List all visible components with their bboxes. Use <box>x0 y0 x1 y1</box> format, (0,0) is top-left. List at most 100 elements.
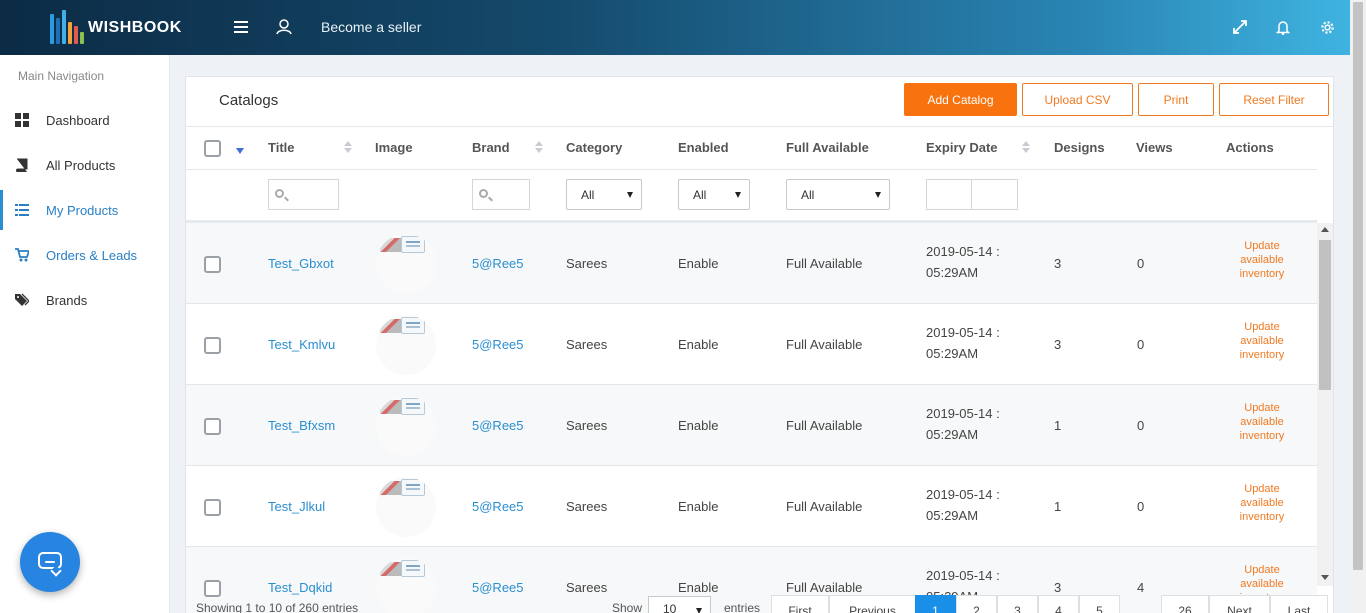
add-catalog-button[interactable]: Add Catalog <box>904 83 1017 116</box>
print-button[interactable]: Print <box>1138 83 1214 116</box>
catalog-title-link[interactable]: Test_Kmlvu <box>268 337 335 352</box>
chat-icon <box>38 552 62 569</box>
page-1-button[interactable]: 1 <box>915 595 956 613</box>
enabled-value: Enable <box>678 256 719 271</box>
sidebar-item-label: Orders & Leads <box>46 247 138 263</box>
user-icon[interactable] <box>273 16 295 38</box>
scroll-down-icon[interactable] <box>1321 575 1329 580</box>
column-header-title[interactable]: Title <box>268 140 295 155</box>
chat-widget-button[interactable] <box>20 532 80 592</box>
expiry-date-value: 2019-05-14 : 05:29AM <box>926 403 1000 445</box>
update-inventory-link[interactable]: Updateavailableinventory <box>1222 239 1302 281</box>
sort-icon[interactable] <box>1022 140 1030 154</box>
scrollbar-thumb[interactable] <box>1319 240 1331 390</box>
catalog-thumbnail[interactable] <box>376 396 436 456</box>
tags-icon <box>15 293 29 306</box>
become-seller-link[interactable]: Become a seller <box>321 19 421 35</box>
sidebar-item-brands[interactable]: Brands <box>0 280 170 320</box>
gear-icon[interactable] <box>1316 16 1338 38</box>
sidebar-item-all-products[interactable]: All Products <box>0 145 170 185</box>
brand-link[interactable]: 5@Ree5 <box>472 256 524 271</box>
brand-link[interactable]: 5@Ree5 <box>472 580 524 595</box>
expiry-date: 2019-05-14 : <box>926 325 1000 340</box>
row-checkbox[interactable] <box>204 418 221 435</box>
sidebar-item-orders-leads[interactable]: Orders & Leads <box>0 235 170 275</box>
page-previous-button[interactable]: Previous <box>829 595 916 613</box>
brand-link[interactable]: 5@Ree5 <box>472 499 524 514</box>
page-5-button[interactable]: 5 <box>1079 595 1120 613</box>
page-next-button[interactable]: Next <box>1209 595 1270 613</box>
page-3-button[interactable]: 3 <box>997 595 1038 613</box>
title-filter-input[interactable] <box>268 179 339 210</box>
column-header-actions: Actions <box>1226 140 1274 155</box>
expiry-date-value: 2019-05-14 : 05:29AM <box>926 484 1000 526</box>
divider <box>186 126 1333 127</box>
row-checkbox[interactable] <box>204 256 221 273</box>
sort-icon[interactable] <box>344 140 352 154</box>
views-value: 0 <box>1137 499 1145 514</box>
expiry-time: 05:29AM <box>926 346 979 361</box>
row-checkbox[interactable] <box>204 337 221 354</box>
book-icon <box>16 158 28 172</box>
designs-value: 3 <box>1054 337 1062 352</box>
full-available-value: Full Available <box>786 337 863 352</box>
table-row: Test_Gbxot 5@Ree5 Sarees Enable Full Ava… <box>186 223 1317 304</box>
brand-link[interactable]: 5@Ree5 <box>472 337 524 352</box>
page-26-button[interactable]: 26 <box>1161 595 1209 613</box>
catalog-title-link[interactable]: Test_Dqkid <box>268 580 332 595</box>
select-all-checkbox[interactable] <box>204 140 221 157</box>
catalog-thumbnail[interactable] <box>376 558 436 613</box>
column-header-expiry-date[interactable]: Expiry Date <box>926 140 998 155</box>
catalog-title-link[interactable]: Test_Gbxot <box>268 256 334 271</box>
catalog-title-link[interactable]: Test_Bfxsm <box>268 418 335 433</box>
category-value: Sarees <box>566 499 608 514</box>
catalog-thumbnail[interactable] <box>376 234 436 294</box>
expiry-date: 2019-05-14 : <box>926 244 1000 259</box>
scrollbar-thumb[interactable] <box>1353 2 1363 570</box>
catalog-thumbnail[interactable] <box>376 315 436 375</box>
row-checkbox[interactable] <box>204 499 221 516</box>
menu-icon[interactable] <box>230 16 252 38</box>
column-header-brand[interactable]: Brand <box>472 140 510 155</box>
update-inventory-link[interactable]: Updateavailableinventory <box>1222 482 1302 524</box>
reset-filter-button[interactable]: Reset Filter <box>1219 83 1329 116</box>
column-header-enabled: Enabled <box>678 140 729 155</box>
sidebar-item-dashboard[interactable]: Dashboard <box>0 100 170 140</box>
upload-csv-button[interactable]: Upload CSV <box>1022 83 1133 116</box>
scroll-up-icon[interactable] <box>1321 227 1329 232</box>
wishbook-logo[interactable]: WISHBOOK <box>48 8 182 48</box>
brand-filter-input[interactable] <box>472 179 530 210</box>
page-scrollbar[interactable] <box>1350 0 1366 613</box>
expiry-to-input[interactable] <box>971 179 1018 210</box>
brand-link[interactable]: 5@Ree5 <box>472 418 524 433</box>
update-inventory-link[interactable]: Updateavailableinventory <box>1222 401 1302 443</box>
expiry-from-input[interactable] <box>926 179 972 210</box>
bell-icon[interactable] <box>1272 16 1294 38</box>
enabled-value: Enable <box>678 418 719 433</box>
enabled-filter-select[interactable]: All <box>678 179 750 210</box>
page-size-select[interactable]: 10 <box>648 596 711 613</box>
chevron-down-icon <box>875 192 881 198</box>
sort-icon[interactable] <box>535 140 543 154</box>
bulk-actions-dropdown-icon[interactable] <box>236 148 244 154</box>
designs-value: 3 <box>1054 256 1062 271</box>
chevron-down-icon <box>627 192 633 198</box>
category-value: Sarees <box>566 337 608 352</box>
table-scrollbar[interactable] <box>1317 223 1333 586</box>
expand-icon[interactable] <box>1229 16 1251 38</box>
full-available-filter-select[interactable]: All <box>786 179 890 210</box>
nav-heading: Main Navigation <box>18 69 105 83</box>
category-filter-select[interactable]: All <box>566 179 642 210</box>
page-4-button[interactable]: 4 <box>1038 595 1079 613</box>
catalog-title-link[interactable]: Test_Jlkul <box>268 499 325 514</box>
sidebar-item-my-products[interactable]: My Products <box>0 190 170 230</box>
page-2-button[interactable]: 2 <box>956 595 997 613</box>
column-header-category: Category <box>566 140 623 155</box>
designs-value: 1 <box>1054 499 1062 514</box>
list-icon <box>15 204 29 216</box>
row-checkbox[interactable] <box>204 580 221 597</box>
page-last-button[interactable]: Last <box>1270 595 1328 613</box>
update-inventory-link[interactable]: Updateavailableinventory <box>1222 320 1302 362</box>
page-first-button[interactable]: First <box>771 595 829 613</box>
catalog-thumbnail[interactable] <box>376 477 436 537</box>
